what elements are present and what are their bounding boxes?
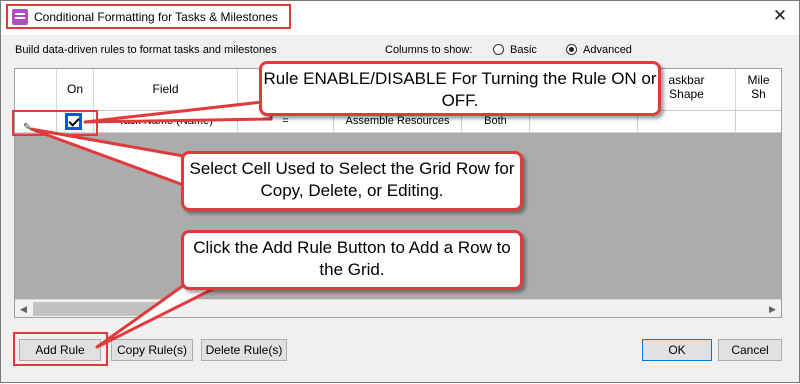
select-arrow	[29, 127, 191, 189]
conditional-formatting-dialog: Conditional Formatting for Tasks & Miles…	[0, 0, 800, 383]
enable-arrow	[83, 99, 273, 124]
select-callout: Select Cell Used to Select the Grid Row …	[181, 151, 523, 211]
enable-callout: Rule ENABLE/DISABLE For Turning the Rule…	[259, 61, 661, 116]
add-callout: Click the Add Rule Button to Add a Row t…	[181, 230, 523, 290]
